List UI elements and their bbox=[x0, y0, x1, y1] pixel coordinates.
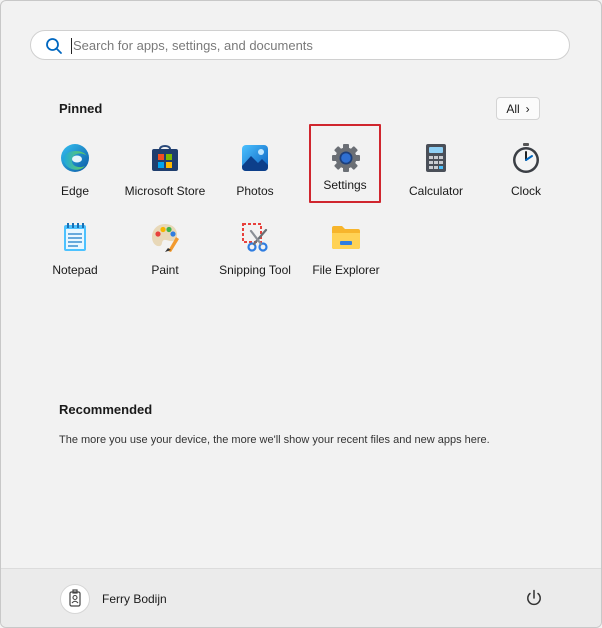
start-footer bbox=[1, 568, 601, 627]
calculator-icon bbox=[426, 144, 446, 172]
search-input[interactable] bbox=[73, 31, 553, 59]
user-avatar[interactable] bbox=[60, 584, 90, 614]
chevron-right-icon: › bbox=[525, 101, 530, 116]
all-apps-label: All bbox=[506, 101, 520, 116]
folder-icon bbox=[332, 226, 360, 249]
power-icon[interactable] bbox=[524, 588, 544, 608]
app-label: Snipping Tool bbox=[219, 263, 291, 277]
app-label: File Explorer bbox=[312, 263, 380, 277]
app-label: Settings bbox=[323, 178, 367, 192]
pinned-app-edge[interactable]: Edge bbox=[30, 132, 120, 206]
app-label: Microsoft Store bbox=[124, 184, 206, 198]
store-icon bbox=[152, 145, 178, 171]
pinned-heading: Pinned bbox=[59, 101, 103, 116]
pinned-app-microsoft-store[interactable]: Microsoft Store bbox=[120, 132, 210, 206]
pinned-app-notepad[interactable]: Notepad bbox=[30, 211, 120, 285]
app-label: Clock bbox=[510, 184, 541, 198]
gear-icon bbox=[332, 144, 360, 172]
pinned-app-calculator[interactable]: Calculator bbox=[391, 132, 481, 206]
recommended-heading: Recommended bbox=[59, 402, 153, 417]
user-name[interactable]: Ferry Bodijn bbox=[102, 592, 167, 606]
photos-icon bbox=[242, 145, 268, 171]
edge-icon bbox=[61, 144, 89, 172]
user-badge-icon bbox=[69, 589, 81, 607]
start-menu bbox=[0, 0, 602, 628]
app-label: Notepad bbox=[52, 263, 98, 277]
pinned-app-clock[interactable]: Clock bbox=[481, 132, 571, 206]
app-label: Paint bbox=[151, 263, 179, 277]
app-label: Photos bbox=[236, 184, 274, 198]
app-label: Edge bbox=[60, 184, 90, 198]
recommended-empty-text: The more you use your device, the more w… bbox=[59, 434, 490, 446]
pinned-app-photos[interactable]: Photos bbox=[210, 132, 300, 206]
pinned-app-settings[interactable]: Settings bbox=[309, 124, 381, 203]
notepad-icon bbox=[64, 223, 86, 251]
pinned-app-paint[interactable]: Paint bbox=[120, 211, 210, 285]
clock-icon bbox=[513, 143, 539, 173]
scissors-icon bbox=[242, 223, 268, 252]
search-icon bbox=[46, 38, 62, 54]
app-label: Calculator bbox=[408, 184, 464, 198]
search-box[interactable] bbox=[30, 30, 570, 60]
text-caret bbox=[71, 38, 72, 54]
paint-icon bbox=[152, 224, 179, 252]
all-apps-button[interactable]: All › bbox=[496, 97, 540, 120]
pinned-app-file-explorer[interactable]: File Explorer bbox=[301, 211, 391, 285]
pinned-app-snipping-tool[interactable]: Snipping Tool bbox=[210, 211, 300, 285]
